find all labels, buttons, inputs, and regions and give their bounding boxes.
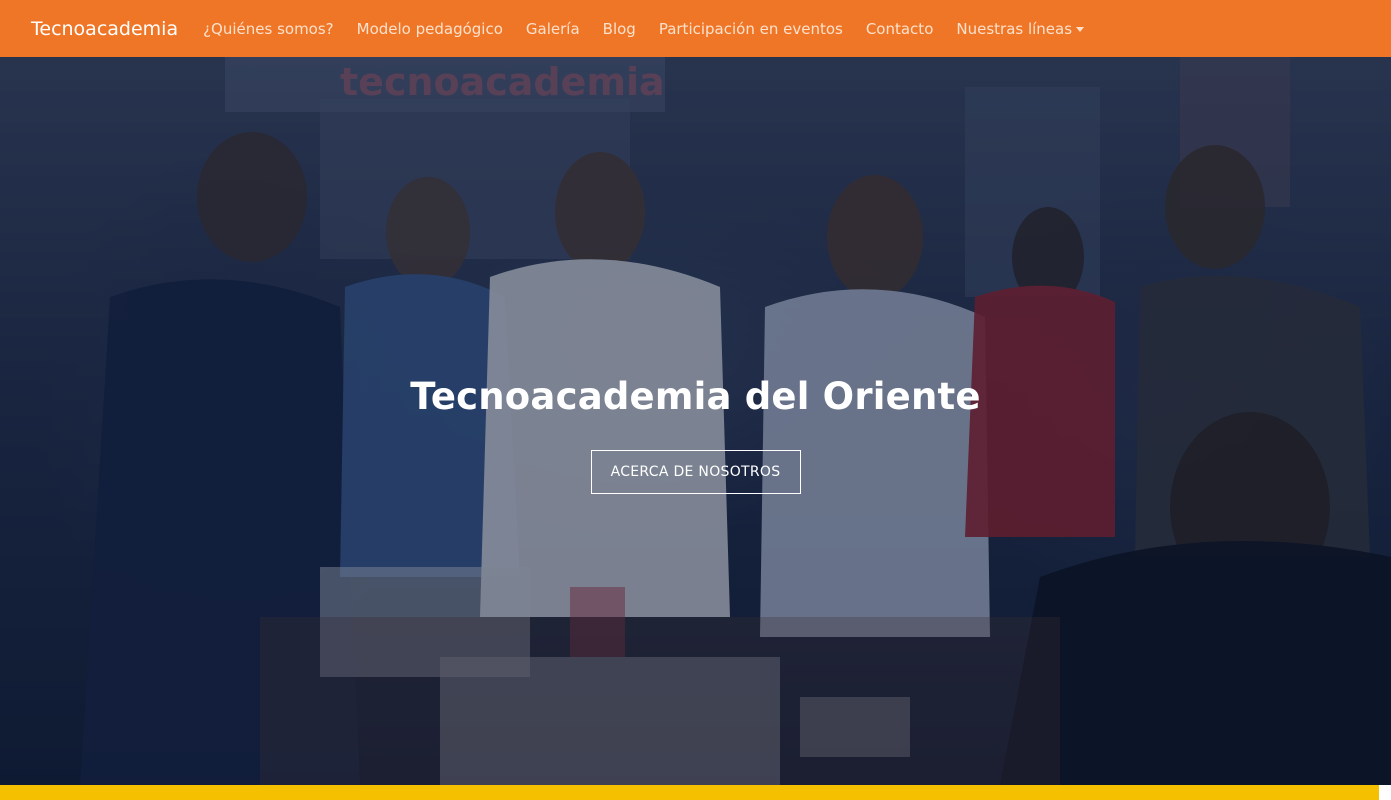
nav-link-blog[interactable]: Blog — [603, 20, 636, 38]
navbar: Tecnoacademia ¿Quiénes somos? Modelo ped… — [0, 0, 1391, 57]
nav-link-galeria[interactable]: Galería — [526, 20, 580, 38]
nav-list: ¿Quiénes somos? Modelo pedagógico Galerí… — [203, 20, 1107, 38]
footer-accent-bar — [0, 785, 1379, 800]
hero-title: Tecnoacademia del Oriente — [410, 375, 981, 418]
brand-link[interactable]: Tecnoacademia — [31, 18, 178, 40]
nav-dropdown-nuestras-lineas[interactable]: Nuestras líneas — [956, 19, 1085, 38]
hero-section: tecnoacademia Tecnoacademia del Oriente … — [0, 57, 1391, 785]
nav-link-modelo-pedagogico[interactable]: Modelo pedagógico — [357, 20, 503, 38]
caret-down-icon — [1076, 26, 1085, 32]
nav-dropdown-label: Nuestras líneas — [956, 19, 1073, 38]
scrollbar-gap — [1379, 785, 1391, 800]
nav-link-quienes-somos[interactable]: ¿Quiénes somos? — [203, 20, 334, 38]
nav-link-contacto[interactable]: Contacto — [866, 20, 934, 38]
hero-content: Tecnoacademia del Oriente ACERCA DE NOSO… — [0, 57, 1391, 785]
about-us-button[interactable]: ACERCA DE NOSOTROS — [590, 450, 801, 494]
nav-link-participacion-eventos[interactable]: Participación en eventos — [659, 20, 843, 38]
